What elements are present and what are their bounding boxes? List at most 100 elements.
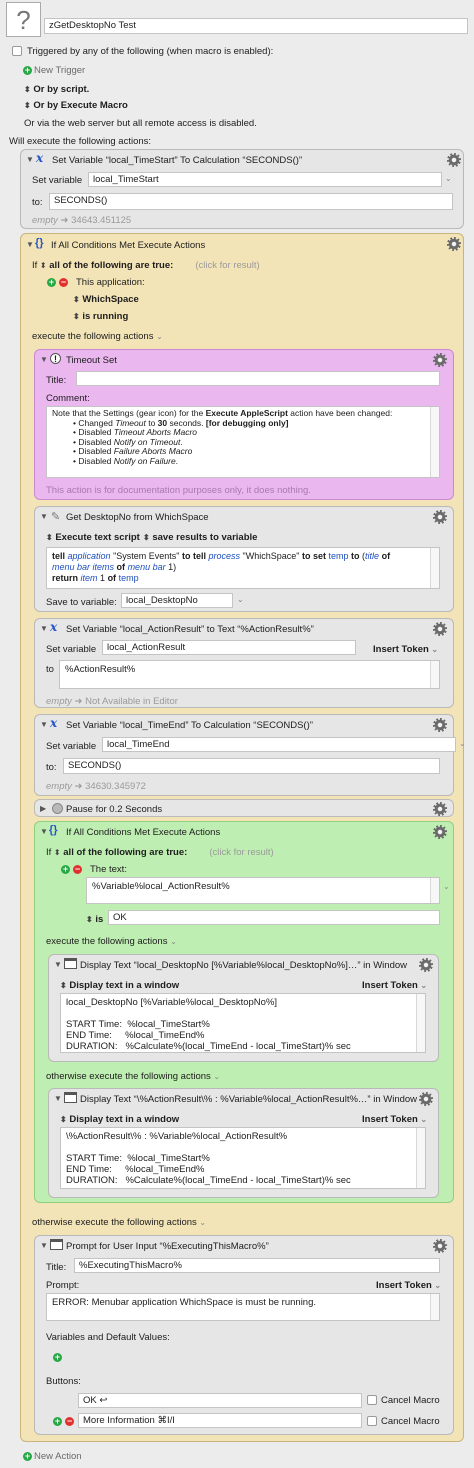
chevron-down-icon[interactable]: ⌄ <box>445 174 452 183</box>
or-by-execute-macro[interactable]: ⬍ Or by Execute Macro <box>24 100 128 111</box>
scrollbar[interactable] <box>430 407 439 477</box>
action-prompt-user-input[interactable]: ▼ Prompt for User Input “%ExecutingThisM… <box>34 1235 454 1435</box>
if-application-block[interactable]: ▼ {} If All Conditions Met Execute Actio… <box>20 233 466 1442</box>
button-1-field[interactable]: OK ↩ <box>78 1393 362 1408</box>
action-get-desktopno[interactable]: ▼ ✎ Get DesktopNo from WhichSpace ⬍ Exec… <box>34 506 454 612</box>
application-select[interactable]: ⬍ WhichSpace <box>73 294 139 305</box>
remove-condition-icon[interactable]: − <box>73 865 82 874</box>
if-condition-row[interactable]: If ⬍ all of the following are true: (clic… <box>46 847 274 858</box>
action-display-actionresult[interactable]: ▼ Display Text “\%ActionResult\% : %Vari… <box>48 1088 439 1198</box>
comment-bullet-5: • Disabled Notify on Failure. <box>73 455 179 466</box>
new-action-link[interactable]: New Action <box>34 1451 82 1462</box>
gear-icon[interactable] <box>419 1092 433 1106</box>
gear-icon[interactable] <box>447 237 461 251</box>
gear-icon[interactable] <box>433 353 447 367</box>
scrollbar[interactable] <box>430 548 439 588</box>
execute-mode-select[interactable]: ⬍ Execute text script <box>46 532 140 543</box>
disclosure-triangle-icon[interactable]: ▼ <box>40 624 48 633</box>
macro-name-field[interactable]: zGetDesktopNo Test <box>44 18 468 34</box>
new-action-plus-icon[interactable]: + <box>23 1452 32 1461</box>
disclosure-triangle-icon[interactable]: ▼ <box>40 720 48 729</box>
to-label: to: <box>46 762 57 773</box>
prompt-title-field[interactable]: %ExecutingThisMacro% <box>74 1258 440 1273</box>
gear-icon[interactable] <box>433 1239 447 1253</box>
disclosure-triangle-icon[interactable]: ▼ <box>40 1241 48 1250</box>
chevron-down-icon[interactable]: ⌄ <box>237 595 244 604</box>
insert-token-button[interactable]: Insert Token ⌄ <box>376 1280 441 1291</box>
gear-icon[interactable] <box>433 718 447 732</box>
gear-icon[interactable] <box>433 825 447 839</box>
disclosure-triangle-right-icon[interactable]: ▶ <box>40 804 46 813</box>
cancel-macro-checkbox-2[interactable] <box>367 1416 377 1426</box>
results-mode-label: save results to variable <box>152 532 258 543</box>
action-set-actionresult[interactable]: ▼ x Set Variable “local_ActionResult” to… <box>34 618 454 708</box>
disclosure-triangle-icon[interactable]: ▼ <box>54 1094 62 1103</box>
calculation-field[interactable]: SECONDS() <box>63 758 440 774</box>
comment-action-timeout-set[interactable]: ▼ ! Timeout Set Title: Comment: Note tha… <box>34 349 454 500</box>
chevron-down-icon[interactable]: ⌄ <box>443 882 450 891</box>
trigger-checkbox[interactable] <box>12 46 22 56</box>
gear-icon[interactable] <box>433 802 447 816</box>
calculation-field[interactable]: SECONDS() <box>49 193 453 210</box>
display-text-field[interactable]: \%ActionResult\% : %Variable%local_Actio… <box>60 1127 426 1189</box>
documentation-note: This action is for documentation purpose… <box>46 485 311 496</box>
if-text-block[interactable]: ▼ {} If All Conditions Met Execute Actio… <box>34 821 454 1203</box>
disclosure-triangle-icon[interactable]: ▼ <box>40 355 48 364</box>
click-for-result[interactable]: (click for result) <box>195 260 259 271</box>
app-state-select[interactable]: ⬍ is running <box>73 311 128 322</box>
cancel-macro-checkbox-1[interactable] <box>367 1395 377 1405</box>
display-text-field[interactable]: local_DesktopNo [%Variable%local_Desktop… <box>60 993 426 1053</box>
gear-icon[interactable] <box>433 622 447 636</box>
prompt-text-field[interactable]: ERROR: Menubar application WhichSpace is… <box>46 1293 440 1321</box>
will-execute-label: Will execute the following actions: <box>9 136 152 147</box>
gear-icon[interactable] <box>419 958 433 972</box>
action-display-desktopno[interactable]: ▼ Display Text “local_DesktopNo [%Variab… <box>48 954 439 1062</box>
is-operator-select[interactable]: ⬍ is <box>86 914 103 925</box>
remove-condition-icon[interactable]: − <box>59 278 68 287</box>
or-by-script[interactable]: ⬍ Or by script. <box>24 84 89 95</box>
insert-token-button[interactable]: Insert Token ⌄ <box>362 1114 427 1125</box>
disclosure-triangle-icon[interactable]: ▼ <box>26 240 34 249</box>
new-trigger-plus-icon[interactable]: + <box>23 66 32 75</box>
display-mode-select[interactable]: ⬍ Display text in a window <box>60 980 179 991</box>
action-pause[interactable]: ▶ Pause for 0.2 Seconds <box>34 799 454 817</box>
if-condition-row[interactable]: If ⬍ all of the following are true: (clic… <box>32 260 260 271</box>
save-variable-field[interactable]: local_DesktopNo <box>121 593 233 608</box>
text-value-field[interactable]: %ActionResult% <box>59 660 440 689</box>
is-value-field[interactable]: OK <box>108 910 440 925</box>
variable-name-field[interactable]: local_TimeEnd <box>102 737 456 752</box>
macro-icon[interactable]: ? <box>6 2 41 37</box>
action-set-timeend[interactable]: ▼ x Set Variable “local_TimeEnd” To Calc… <box>34 714 466 796</box>
insert-token-button[interactable]: Insert Token ⌄ <box>362 980 427 991</box>
gear-icon[interactable] <box>433 510 447 524</box>
variable-name-field[interactable]: local_ActionResult <box>102 640 356 655</box>
display-mode-select[interactable]: ⬍ Display text in a window <box>60 1114 179 1125</box>
gear-icon[interactable] <box>447 153 461 167</box>
results-mode-select[interactable]: ⬍ save results to variable <box>143 532 257 543</box>
add-condition-icon[interactable]: + <box>61 865 70 874</box>
remove-button-icon[interactable]: − <box>65 1417 74 1426</box>
script-editor[interactable]: tell application "System Events" to tell… <box>46 547 440 589</box>
add-variable-icon[interactable]: + <box>53 1353 62 1362</box>
chevron-down-icon[interactable]: ⌄ <box>459 739 466 748</box>
action-set-timestart[interactable]: ▼ x Set Variable “local_TimeStart” To Ca… <box>20 149 464 229</box>
variable-name-field[interactable]: local_TimeStart <box>88 172 442 187</box>
condition-text-field[interactable]: %Variable%local_ActionResult% <box>86 877 440 904</box>
insert-token-button[interactable]: Insert Token ⌄ <box>373 644 438 655</box>
updown-icon: ⬍ <box>143 533 150 542</box>
new-trigger-link[interactable]: New Trigger <box>34 65 85 76</box>
condition-type-label: This application: <box>76 277 145 288</box>
comment-field[interactable]: Note that the Settings (gear icon) for t… <box>46 406 440 478</box>
variable-x-icon: x <box>50 716 58 730</box>
add-condition-icon[interactable]: + <box>47 278 56 287</box>
disclosure-triangle-icon[interactable]: ▼ <box>26 155 34 164</box>
action-title: Get DesktopNo from WhichSpace <box>66 512 209 523</box>
result-preview: empty ➜ 34643.451125 <box>32 215 132 226</box>
title-field[interactable] <box>76 371 440 386</box>
disclosure-triangle-icon[interactable]: ▼ <box>54 960 62 969</box>
disclosure-triangle-icon[interactable]: ▼ <box>40 512 48 521</box>
add-button-icon[interactable]: + <box>53 1417 62 1426</box>
disclosure-triangle-icon[interactable]: ▼ <box>40 827 48 836</box>
otherwise-actions-label: otherwise execute the following actions … <box>46 1071 221 1082</box>
button-2-field[interactable]: More Information ⌘I/I <box>78 1413 362 1428</box>
